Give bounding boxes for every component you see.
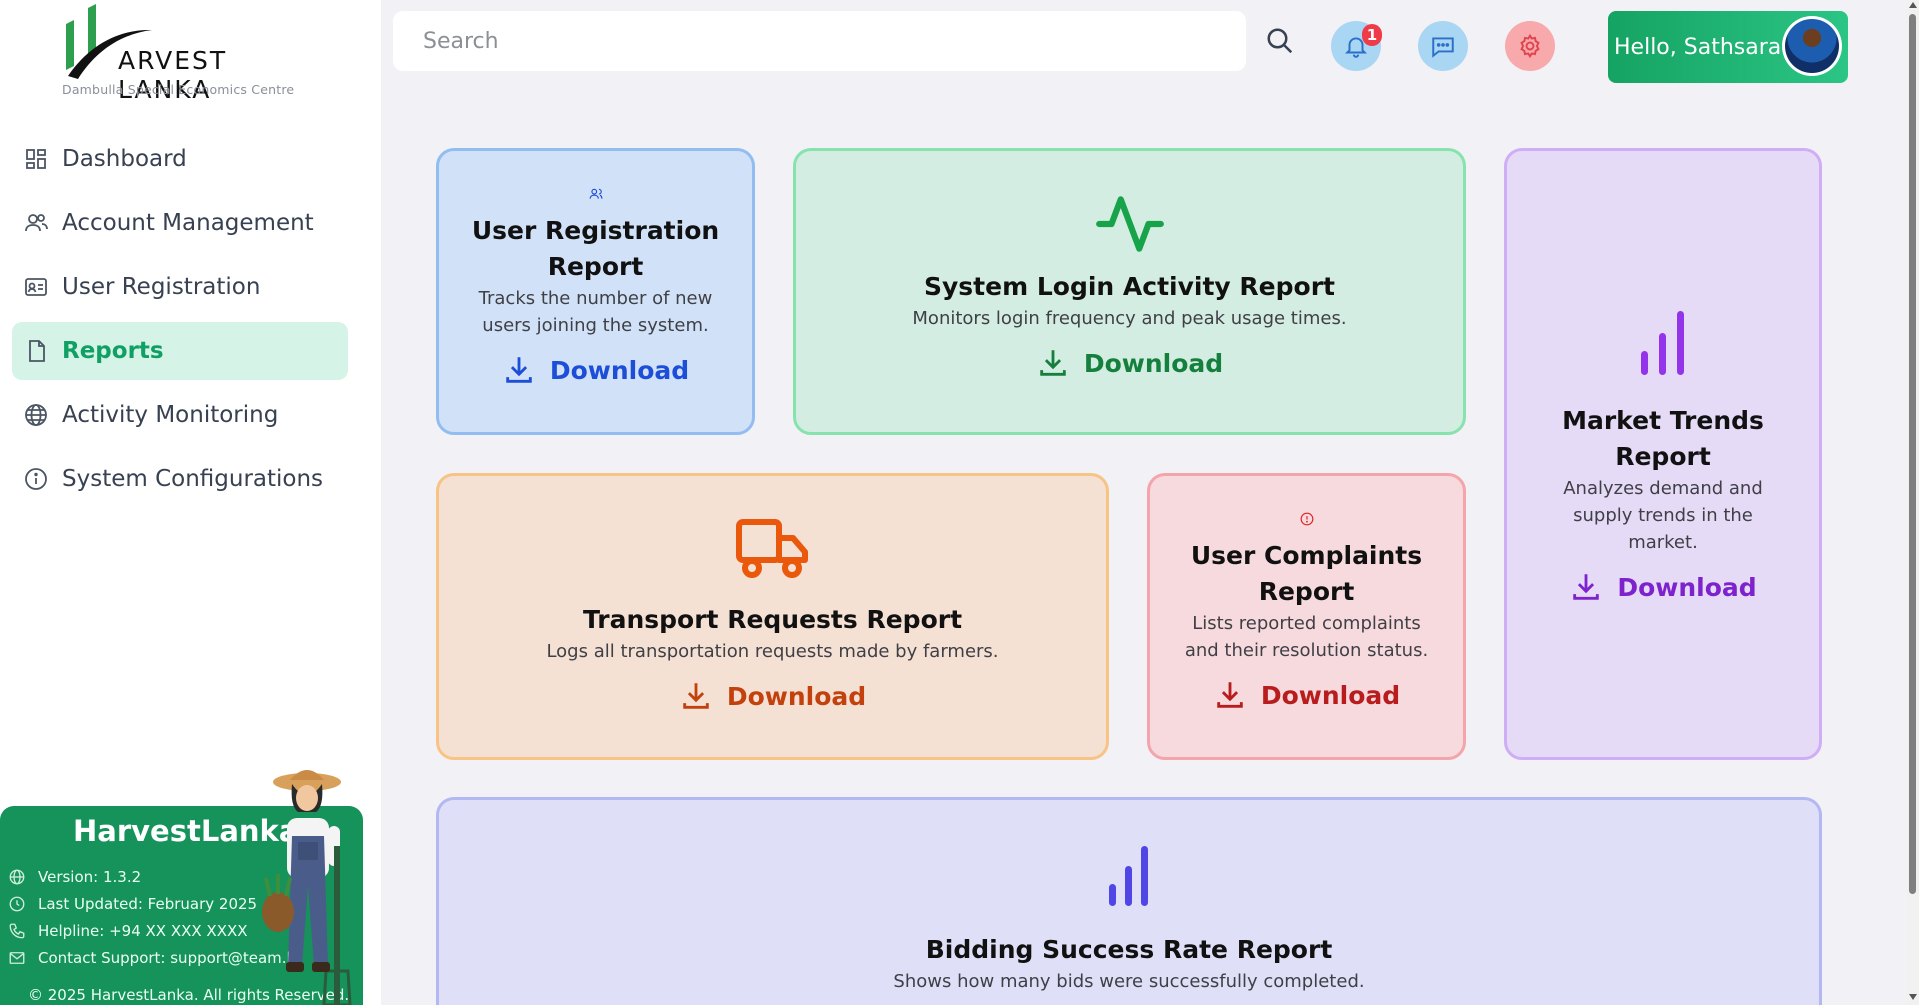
download-label: Download <box>1617 572 1757 602</box>
card-title: Market Trends Report <box>1562 406 1764 471</box>
bidding-success-report-card: Bidding Success Rate Report Shows how ma… <box>436 797 1822 1005</box>
card-description: Monitors login frequency and peak usage … <box>912 308 1347 329</box>
card-title: Transport Requests Report <box>582 605 963 634</box>
chat-icon <box>1432 37 1454 58</box>
card-title: Bidding Success Rate Report <box>925 935 1333 964</box>
bar-chart-icon <box>1641 311 1684 375</box>
download-button[interactable]: Download <box>679 679 866 713</box>
messages-button[interactable] <box>1418 21 1468 71</box>
card-description: Shows how many bids were successfully co… <box>893 971 1365 992</box>
download-icon <box>1040 350 1066 376</box>
sidebar-item-label: Activity Monitoring <box>62 402 279 428</box>
globe-icon <box>22 401 50 429</box>
card-description: Logs all transportation requests made by… <box>546 641 999 662</box>
notification-badge: 1 <box>1362 24 1382 46</box>
avatar[interactable] <box>1782 16 1842 76</box>
card-title: User Complaints Report <box>1190 541 1423 606</box>
user-complaints-report-card: User Complaints Report Lists reported co… <box>1147 473 1466 760</box>
search-placeholder: Search <box>423 28 499 54</box>
globe-icon <box>9 869 25 885</box>
search-input[interactable]: Search <box>393 11 1246 71</box>
sidebar-item-label: Dashboard <box>62 146 187 172</box>
alert-circle-icon <box>1300 512 1313 526</box>
login-activity-report-card: System Login Activity Report Monitors lo… <box>793 148 1466 435</box>
id-card-icon <box>22 273 50 301</box>
transport-requests-report-card: Transport Requests Report Logs all trans… <box>436 473 1109 760</box>
sidebar-item-label: User Registration <box>62 274 261 300</box>
truck-icon <box>735 519 808 578</box>
sidebar-item-dashboard[interactable]: Dashboard <box>12 130 348 188</box>
card-title: System Login Activity Report <box>924 272 1335 301</box>
download-button[interactable]: Download <box>1213 678 1400 712</box>
card-description: Analyzes demand and supply trends in the… <box>1563 478 1763 553</box>
page-scrollbar[interactable] <box>1906 0 1919 1005</box>
mail-icon <box>9 952 25 964</box>
sidebar-item-reports[interactable]: Reports <box>12 322 348 380</box>
sidebar-item-system-configurations[interactable]: System Configurations <box>12 450 348 508</box>
sidebar-item-label: System Configurations <box>62 466 324 492</box>
scroll-down-arrow[interactable] <box>1909 994 1917 1000</box>
download-label: Download <box>1083 348 1224 378</box>
brand-logo[interactable]: ARVEST LANKA Dambulla Special Economics … <box>60 4 320 104</box>
sidebar-item-account-management[interactable]: Account Management <box>12 194 348 252</box>
download-icon <box>1573 574 1600 600</box>
card-description: Tracks the number of new users joining t… <box>478 288 713 336</box>
download-label: Download <box>549 355 690 385</box>
download-icon <box>506 357 532 383</box>
version-row: Version: 1.3.2 <box>8 868 141 886</box>
search-icon[interactable] <box>1265 26 1295 56</box>
brand-subtitle: Dambulla Special Economics Centre <box>62 82 295 97</box>
file-icon <box>22 337 50 365</box>
version-text: Version: 1.3.2 <box>38 868 142 886</box>
scrollbar-thumb[interactable] <box>1909 14 1916 894</box>
support-row: Contact Support: support@team.lk <box>8 949 299 967</box>
download-icon <box>683 683 709 709</box>
users-icon <box>22 209 50 237</box>
market-trends-report-card: Market Trends Report Analyzes demand and… <box>1504 148 1822 760</box>
helpline-row: Helpline: +94 XX XXX XXXX <box>8 922 248 940</box>
card-title: User Registration Report <box>471 216 720 281</box>
clock-icon <box>9 896 25 912</box>
updated-row: Last Updated: February 2025 <box>8 895 257 913</box>
sidebar-item-label: Reports <box>62 338 164 364</box>
updated-text: Last Updated: February 2025 <box>38 895 258 913</box>
download-button[interactable]: Download <box>502 353 689 387</box>
farmer-mascot-illustration <box>262 770 352 1005</box>
download-label: Download <box>1260 680 1401 710</box>
support-text[interactable]: Contact Support: support@team.lk <box>38 949 299 967</box>
download-label: Download <box>726 681 867 711</box>
card-description: Lists reported complaints and their reso… <box>1184 613 1429 661</box>
bar-chart-icon <box>1109 846 1148 906</box>
info-icon <box>22 465 50 493</box>
download-button[interactable]: Download <box>1036 346 1223 380</box>
sidebar-item-user-registration[interactable]: User Registration <box>12 258 348 316</box>
users-icon <box>589 188 602 199</box>
activity-icon <box>1095 196 1164 252</box>
sidebar-item-activity-monitoring[interactable]: Activity Monitoring <box>12 386 348 444</box>
sidebar-item-label: Account Management <box>62 210 314 236</box>
phone-icon <box>9 923 25 939</box>
user-registration-report-card: User Registration Report Tracks the numb… <box>436 148 755 435</box>
settings-button[interactable] <box>1505 21 1555 71</box>
avatar-image <box>1785 19 1839 73</box>
gear-icon <box>1520 33 1540 59</box>
greeting-text: Hello, Sathsara <box>1614 34 1782 60</box>
sidebar-nav: Dashboard Account Management User Regist… <box>12 130 348 514</box>
sidebar: ARVEST LANKA Dambulla Special Economics … <box>0 0 381 1005</box>
download-button[interactable]: Download <box>1569 570 1757 604</box>
dashboard-icon <box>22 145 50 173</box>
helpline-text: Helpline: +94 XX XXX XXXX <box>38 922 248 940</box>
scroll-up-arrow[interactable] <box>1909 2 1917 8</box>
download-icon <box>1217 682 1243 708</box>
